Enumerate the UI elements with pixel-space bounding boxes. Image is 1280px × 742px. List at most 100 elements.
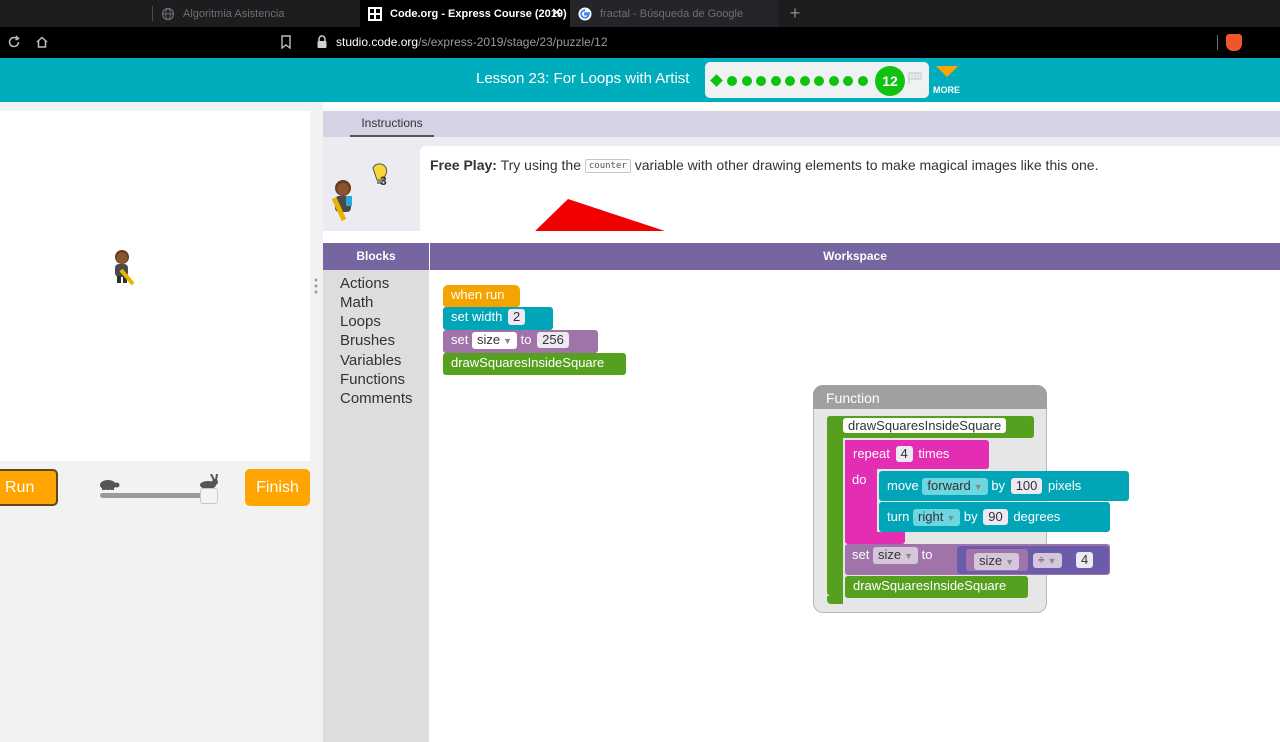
url-domain: studio.code.org	[336, 35, 419, 49]
getter-variable-name: size	[979, 553, 1003, 568]
size-variable-dropdown[interactable]: size ▼	[471, 332, 518, 349]
progress-level-dot[interactable]	[756, 76, 766, 86]
panel-resize-handle[interactable]	[314, 278, 318, 294]
when-run-block[interactable]: when run	[443, 285, 520, 307]
tab-title: Code.org - Express Course (2019)	[390, 7, 567, 20]
example-image	[535, 199, 665, 231]
category-functions[interactable]: Functions	[340, 371, 405, 388]
more-arrow-icon[interactable]	[936, 66, 958, 77]
codeorg-icon	[368, 6, 382, 21]
direction-value: forward	[927, 478, 971, 493]
angle-value[interactable]: 90	[983, 509, 1008, 525]
google-icon	[578, 7, 592, 21]
category-variables[interactable]: Variables	[340, 352, 401, 369]
instructions-after: variable with other drawing elements to …	[634, 157, 1099, 173]
to-label: to	[921, 547, 933, 562]
turn-right-block[interactable]: turn right ▼ by 90 degrees	[879, 502, 1110, 532]
progress-level-dot[interactable]	[785, 76, 795, 86]
category-comments[interactable]: Comments	[340, 390, 413, 407]
repeat-block[interactable]: repeat 4 times	[845, 440, 989, 469]
recursive-call-label: drawSquaresInsideSquare	[853, 578, 1007, 593]
direction-dropdown[interactable]: forward ▼	[922, 478, 988, 495]
resize-grip-icon[interactable]	[951, 235, 968, 248]
repeat-label: repeat	[853, 446, 890, 461]
artist-canvas	[0, 111, 310, 461]
progress-level-dot[interactable]	[843, 76, 853, 86]
distance-value[interactable]: 100	[1010, 478, 1043, 494]
turn-direction-dropdown[interactable]: right ▼	[913, 509, 961, 526]
by-label: by	[991, 478, 1006, 493]
repeat-count[interactable]: 4	[895, 446, 913, 462]
size-value[interactable]: 256	[537, 332, 569, 348]
size-getter-block[interactable]: size ▼	[966, 549, 1028, 571]
hint-count[interactable]: 3	[380, 174, 387, 188]
address-bar[interactable]: studio.code.org/s/express-2019/stage/23/…	[336, 35, 608, 49]
size-getter-dropdown[interactable]: size ▼	[974, 553, 1020, 570]
progress-level-dot[interactable]	[857, 76, 868, 86]
category-actions[interactable]: Actions	[340, 275, 389, 292]
instructions-text: Free Play: Try using the counter variabl…	[430, 157, 1098, 173]
progress-level-dot[interactable]	[814, 76, 824, 86]
instructions-tab-bar	[323, 111, 1280, 137]
tab-instructions[interactable]: Instructions	[350, 111, 434, 137]
brave-shield-icon[interactable]	[1226, 34, 1242, 51]
function-definition-block[interactable]: drawSquaresInsideSquare	[827, 416, 1034, 438]
set-width-block[interactable]: set width 2	[443, 307, 553, 330]
degrees-label: degrees	[1013, 509, 1061, 524]
browser-tab-google[interactable]: fractal - Búsqueda de Google	[570, 0, 778, 27]
bookmark-icon[interactable]	[276, 27, 296, 60]
move-label: move	[887, 478, 919, 493]
recursive-call-block[interactable]: drawSquaresInsideSquare	[845, 576, 1028, 598]
divisor-value[interactable]: 4	[1076, 552, 1094, 568]
function-name-field[interactable]: drawSquaresInsideSquare	[843, 418, 1007, 433]
browser-tab-algoritmia[interactable]: Algoritmia Asistencia	[153, 0, 358, 27]
artist-character	[115, 250, 135, 286]
move-forward-block[interactable]: move forward ▼ by 100 pixels	[879, 471, 1129, 501]
progress-level-dot[interactable]	[741, 76, 752, 86]
finish-button[interactable]: Finish	[245, 469, 310, 506]
do-label: do	[852, 472, 867, 487]
instructions-before: Try using the	[500, 157, 581, 173]
width-value[interactable]: 2	[507, 309, 526, 325]
globe-icon	[161, 7, 175, 21]
progress-level-dot[interactable]	[770, 76, 781, 86]
current-level-bubble[interactable]: 12	[875, 66, 905, 96]
dropdown-arrow-icon: ▼	[973, 482, 983, 492]
function-definition-footer	[827, 596, 843, 604]
category-math[interactable]: Math	[340, 294, 373, 311]
size-variable-dropdown[interactable]: size ▼	[872, 547, 919, 564]
lesson-title[interactable]: Lesson 23: For Loops with Artist	[476, 70, 689, 87]
new-tab-button[interactable]: +	[785, 3, 805, 23]
operator-dropdown[interactable]: ÷ ▼	[1033, 553, 1062, 568]
speed-slider-thumb[interactable]	[200, 488, 218, 504]
category-brushes[interactable]: Brushes	[340, 332, 395, 349]
dropdown-arrow-icon: ▼	[946, 513, 956, 523]
progress-level-dot[interactable]	[799, 76, 810, 86]
when-run-label: when run	[451, 287, 505, 302]
turn-direction-value: right	[918, 509, 944, 524]
progress-level-dot[interactable]	[727, 76, 737, 86]
flag-icon[interactable]	[908, 72, 922, 87]
run-button[interactable]: Run	[0, 469, 58, 506]
more-label[interactable]: MORE	[933, 85, 960, 95]
progress-level-dot[interactable]	[828, 76, 839, 86]
function-definition-spine	[827, 416, 843, 596]
operator-value: ÷	[1038, 553, 1045, 567]
speed-slider[interactable]	[100, 493, 210, 498]
home-icon[interactable]	[32, 27, 52, 60]
call-label: drawSquaresInsideSquare	[451, 355, 605, 370]
reload-icon[interactable]	[4, 27, 24, 60]
category-loops[interactable]: Loops	[340, 313, 381, 330]
instructions-resize-bar	[323, 231, 1280, 243]
set-label: set	[451, 332, 469, 347]
dropdown-arrow-icon: ▼	[904, 551, 914, 561]
blocks-header: Blocks	[323, 243, 429, 270]
set-size-block[interactable]: set size ▼ to 256	[443, 330, 598, 353]
browser-toolbar	[0, 27, 1280, 58]
variable-name: size	[877, 547, 902, 562]
variable-name: size	[476, 332, 501, 347]
call-draw-squares-block[interactable]: drawSquaresInsideSquare	[443, 353, 626, 375]
browser-tab-codeorg[interactable]: Code.org - Express Course (2019) ✕	[360, 0, 570, 27]
pixels-label: pixels	[1048, 478, 1082, 493]
close-tab-icon[interactable]: ✕	[551, 5, 562, 21]
